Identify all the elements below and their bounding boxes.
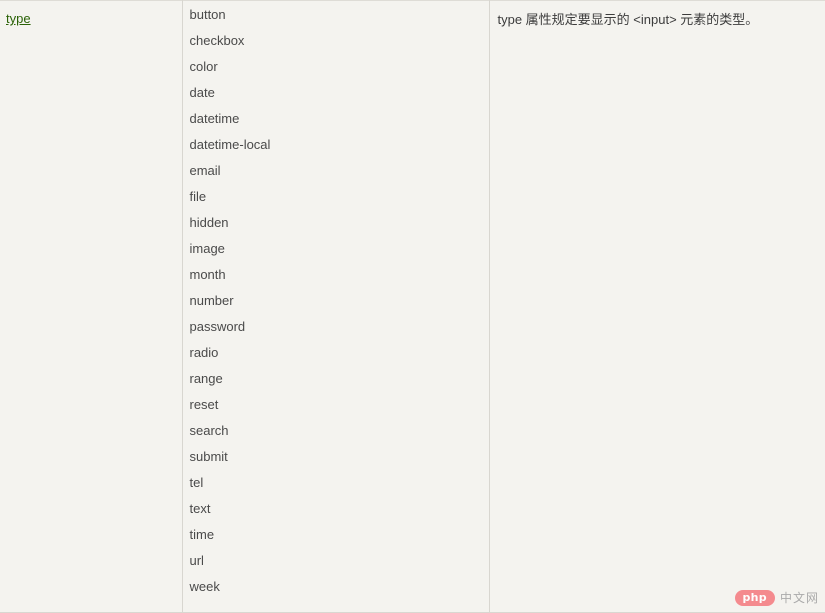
list-item: email [189,163,221,178]
description-cell: type 属性规定要显示的 <input> 元素的类型。 [489,0,825,613]
list-item: submit [189,449,228,464]
list-item: date [189,85,215,100]
list-item: week [189,579,220,594]
list-item: button [189,7,226,22]
list-item: color [189,59,218,74]
values-cell: button checkbox color date datetime date… [182,0,490,613]
list-item: hidden [189,215,229,230]
attribute-type-link[interactable]: type [6,11,31,27]
list-item: tel [189,475,204,490]
list-item: time [189,527,215,542]
list-item: text [189,501,211,516]
list-item: radio [189,345,219,360]
list-item: datetime [189,111,240,126]
list-item: url [189,553,204,568]
list-item: month [189,267,226,282]
description-text: type 属性规定要显示的 <input> 元素的类型。 [497,12,759,27]
list-item: image [189,241,225,256]
list-item: file [189,189,207,204]
attribute-cell: type [0,0,183,613]
list-item: reset [189,397,219,412]
list-item: number [189,293,234,308]
list-item: datetime-local [189,137,271,152]
list-item: checkbox [189,33,245,48]
table-row: type button checkbox color date datetime… [0,0,825,613]
type-value-list: button checkbox color date datetime date… [189,7,479,594]
list-item: range [189,371,223,386]
attribute-values-table: type button checkbox color date datetime… [0,0,825,613]
list-item: password [189,319,246,334]
list-item: search [189,423,229,438]
